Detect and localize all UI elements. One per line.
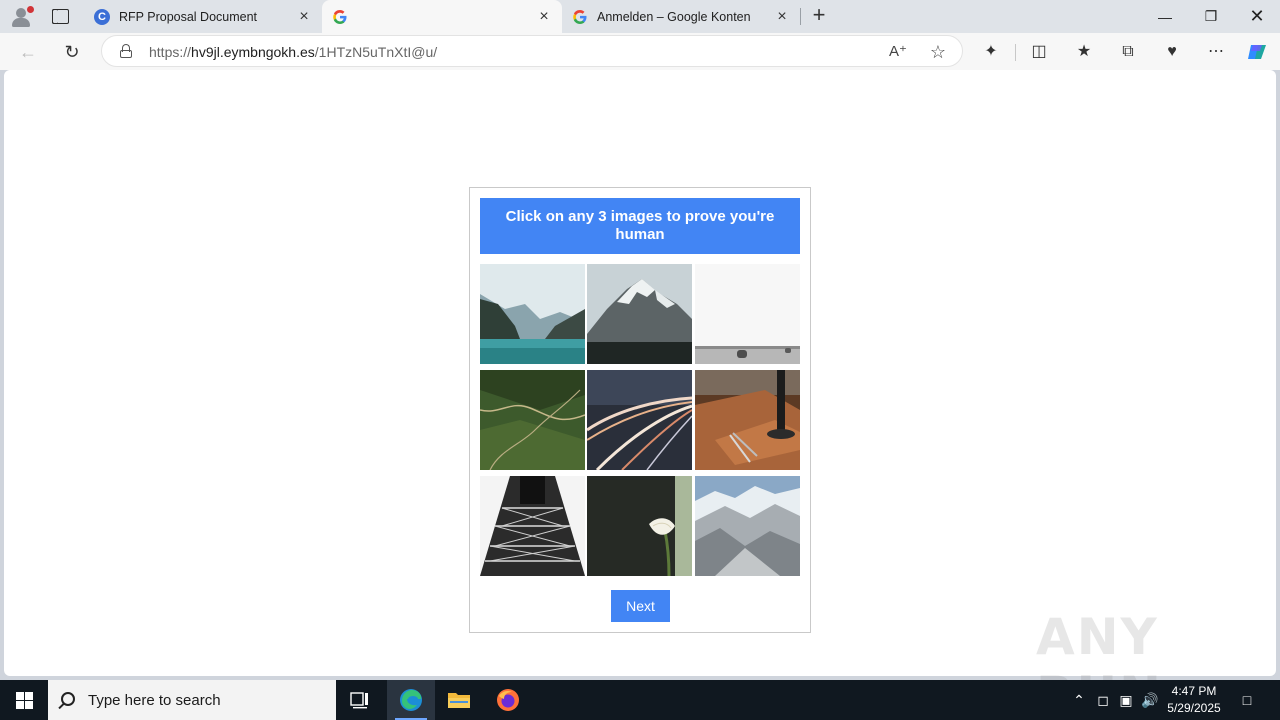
taskbar-search[interactable]: Type here to search <box>48 680 336 720</box>
close-tab-icon[interactable]: × <box>536 8 552 25</box>
captcha-tile-light-trails[interactable] <box>587 370 692 470</box>
captcha-image-grid <box>480 264 800 576</box>
url-text[interactable]: https://hv9jl.eymbngokh.es/1HTzN5uTnXtI@… <box>149 44 437 60</box>
toolbar-divider <box>1015 44 1016 61</box>
back-icon[interactable]: ← <box>14 38 42 66</box>
google-g-icon <box>332 9 348 25</box>
split-screen-icon[interactable]: ◫ <box>1028 41 1050 63</box>
minimize-button[interactable]: — <box>1142 0 1188 33</box>
taskbar-firefox[interactable] <box>484 680 532 720</box>
close-window-button[interactable]: ✕ <box>1234 0 1280 33</box>
close-tab-icon[interactable]: × <box>774 8 790 25</box>
tab-title: RFP Proposal Document <box>119 9 258 24</box>
volume-icon[interactable]: 🔊 <box>1141 691 1159 709</box>
collections-icon[interactable]: ⧉ <box>1117 41 1139 63</box>
extensions-icon[interactable]: ✦ <box>980 41 1002 63</box>
close-tab-icon[interactable]: × <box>296 8 312 25</box>
start-button[interactable] <box>0 680 48 720</box>
tray-chevron-icon[interactable]: ⌃ <box>1070 691 1088 709</box>
task-view-button[interactable] <box>336 680 384 720</box>
new-tab-button[interactable]: + <box>808 4 830 27</box>
tray-device-icon[interactable]: ◻ <box>1094 691 1112 709</box>
captcha-tile-mountain-lake[interactable] <box>480 264 585 364</box>
captcha-tile-hay-field[interactable] <box>695 264 800 364</box>
tab-actions-icon[interactable] <box>50 6 72 28</box>
search-icon <box>61 692 75 706</box>
captcha-tile-calla-lily[interactable] <box>587 476 692 576</box>
read-aloud-icon[interactable]: A⁺ <box>888 42 908 62</box>
favorites-icon[interactable]: ★ <box>1073 41 1095 63</box>
edge-c-icon: C <box>94 8 110 25</box>
restore-button[interactable]: ❐ <box>1188 0 1234 33</box>
folder-icon <box>448 693 470 708</box>
captcha-tile-desk-compass[interactable] <box>695 370 800 470</box>
edge-icon <box>400 689 422 711</box>
windows-taskbar: Type here to search ⌃ ◻ ▣ 🔊 4:47 PM 5/29… <box>0 680 1280 720</box>
reload-icon[interactable]: ↻ <box>58 38 86 66</box>
captcha-widget: Click on any 3 images to prove you're hu… <box>469 187 811 633</box>
browser-toolbar: ← ↻ https://hv9jl.eymbngokh.es/1HTzN5uTn… <box>0 33 1280 70</box>
captcha-tile-steel-tower[interactable] <box>480 476 585 576</box>
copilot-icon[interactable] <box>1246 41 1268 63</box>
notifications-icon[interactable]: □ <box>1238 691 1256 709</box>
windows-logo-icon <box>15 691 33 709</box>
tab-captcha-page[interactable]: × <box>322 0 562 33</box>
favorite-star-icon[interactable]: ☆ <box>928 42 948 62</box>
profile-avatar-icon[interactable] <box>9 5 34 29</box>
settings-menu-icon[interactable]: ⋯ <box>1205 41 1227 63</box>
clock-date: 5/29/2025 <box>1167 701 1221 715</box>
google-g-icon <box>572 9 588 25</box>
taskbar-file-explorer[interactable] <box>435 680 483 720</box>
captcha-prompt: Click on any 3 images to prove you're hu… <box>480 198 800 254</box>
captcha-tile-snowy-mountain[interactable] <box>587 264 692 364</box>
clock-time: 4:47 PM <box>1171 684 1217 698</box>
firefox-icon <box>497 689 519 711</box>
lock-icon[interactable] <box>120 44 132 58</box>
taskbar-edge-app[interactable] <box>387 680 435 720</box>
tab-divider <box>800 8 801 25</box>
tab-google-signin[interactable]: Anmelden – Google Konten × <box>562 0 800 33</box>
search-placeholder: Type here to search <box>88 691 221 709</box>
tab-strip: C RFP Proposal Document × × Anmelden – G… <box>0 0 1280 33</box>
address-bar[interactable]: https://hv9jl.eymbngokh.es/1HTzN5uTnXtI@… <box>101 35 963 67</box>
browser-essentials-icon[interactable]: ♥ <box>1161 41 1183 63</box>
tab-rfp-proposal[interactable]: C RFP Proposal Document × <box>84 0 322 33</box>
captcha-tile-aerial-valley[interactable] <box>480 370 585 470</box>
network-icon[interactable]: ▣ <box>1117 691 1135 709</box>
taskbar-clock[interactable]: 4:47 PM 5/29/2025 <box>1158 683 1230 717</box>
tab-title: Anmelden – Google Konten <box>597 9 751 24</box>
next-button[interactable]: Next <box>611 590 670 622</box>
captcha-tile-mountain-range[interactable] <box>695 476 800 576</box>
